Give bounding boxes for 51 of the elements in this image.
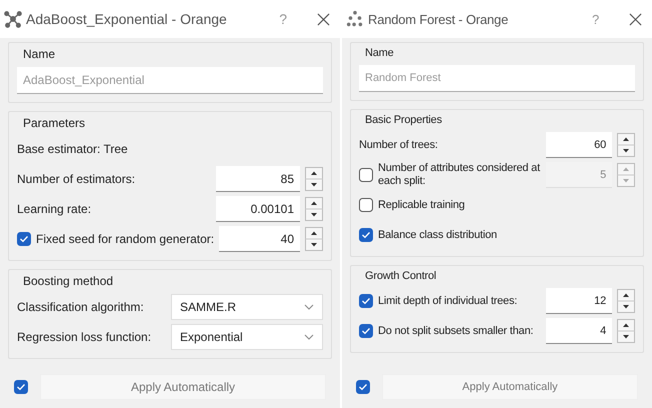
checkbox[interactable] bbox=[359, 294, 373, 308]
tree-icon bbox=[346, 10, 364, 28]
spin-field[interactable]: 4 bbox=[546, 318, 612, 344]
spin-arrows-icon[interactable] bbox=[305, 227, 323, 251]
apply-button[interactable]: Apply Automatically bbox=[382, 374, 638, 400]
spin-field[interactable]: 60 bbox=[546, 132, 612, 158]
dropdown[interactable]: SAMME.R bbox=[171, 294, 323, 320]
group-title: Name bbox=[22, 47, 56, 61]
group-title: Basic Properties bbox=[364, 114, 442, 126]
spin-arrows-icon[interactable] bbox=[617, 319, 635, 343]
checkbox[interactable] bbox=[17, 232, 31, 246]
window-title: Random Forest - Orange bbox=[368, 12, 510, 26]
field-label: Number of trees: bbox=[359, 138, 439, 152]
close-icon[interactable] bbox=[629, 12, 642, 26]
field-label: Limit depth of individual trees: bbox=[378, 294, 518, 308]
dropdown[interactable]: Exponential bbox=[171, 324, 323, 350]
field-label: Classification algorithm: bbox=[17, 300, 145, 314]
spin-arrows-icon[interactable] bbox=[617, 133, 635, 157]
checkbox[interactable] bbox=[359, 324, 373, 338]
field-label: Number of estimators: bbox=[17, 172, 136, 186]
apply-button[interactable]: Apply Automatically bbox=[40, 374, 326, 400]
spin-arrows-icon[interactable] bbox=[305, 197, 323, 221]
spin-field[interactable]: 12 bbox=[546, 288, 612, 314]
spin-arrows-icon[interactable] bbox=[305, 167, 323, 191]
field-label: Balance class distribution bbox=[378, 228, 498, 242]
name-field[interactable]: Random Forest bbox=[359, 65, 635, 92]
checkbox[interactable] bbox=[359, 228, 373, 242]
info-label: Base estimator: Tree bbox=[17, 142, 129, 156]
checkbox[interactable] bbox=[14, 380, 28, 394]
group-title: Parameters bbox=[22, 116, 86, 130]
caret-icon bbox=[304, 304, 314, 310]
field-label: Replicable training bbox=[378, 198, 466, 212]
spin-field[interactable]: 0.00101 bbox=[216, 196, 300, 222]
field-label: Fixed seed for random generator: bbox=[36, 232, 214, 246]
name-field[interactable]: AdaBoost_Exponential bbox=[17, 67, 323, 94]
window-title: AdaBoost_Exponential - Orange bbox=[26, 11, 228, 27]
checkbox[interactable] bbox=[359, 198, 373, 212]
caret-icon bbox=[304, 334, 314, 340]
field-label: Do not split subsets smaller than: bbox=[378, 324, 534, 338]
spin-field[interactable]: 85 bbox=[216, 166, 300, 192]
close-icon[interactable] bbox=[317, 12, 330, 26]
spin-arrows-icon[interactable] bbox=[617, 289, 635, 313]
network-icon bbox=[4, 10, 22, 28]
field-label: Regression loss function: bbox=[17, 330, 152, 344]
field-label: Number of attributes considered at each split: bbox=[378, 162, 541, 188]
group-title: Growth Control bbox=[364, 270, 436, 282]
group-title: Name bbox=[364, 47, 394, 59]
group-title: Boosting method bbox=[22, 274, 114, 288]
checkbox[interactable] bbox=[356, 380, 370, 394]
spin-field[interactable]: 40 bbox=[219, 226, 300, 252]
field-label: Learning rate: bbox=[17, 202, 92, 216]
